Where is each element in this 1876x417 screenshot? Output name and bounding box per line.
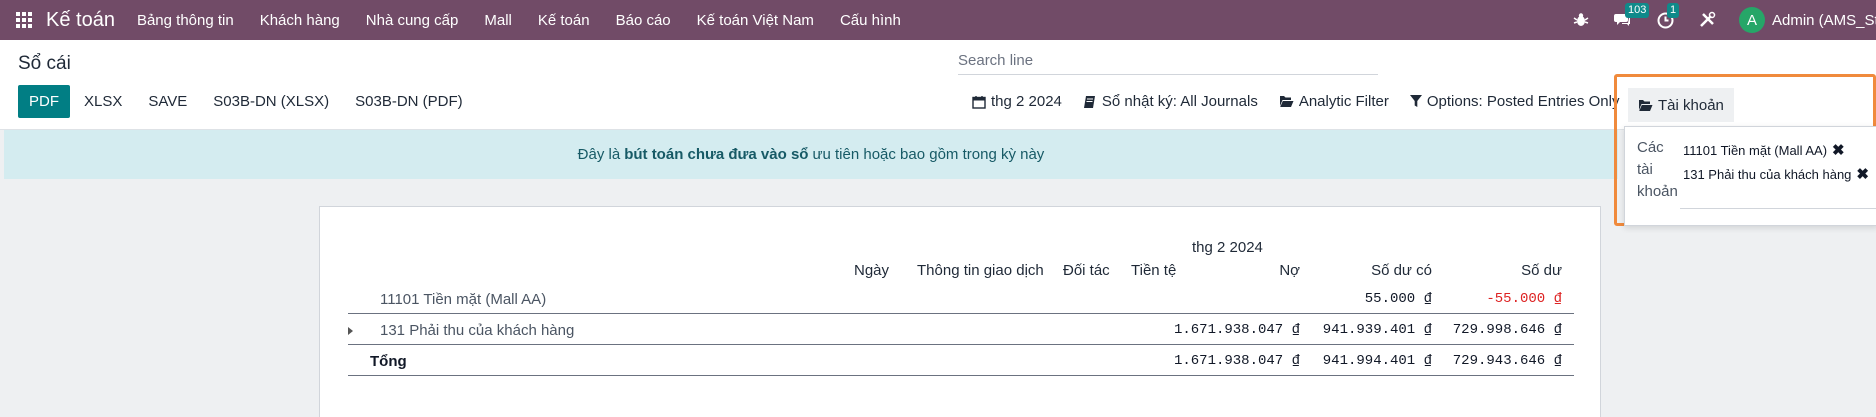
accounts-dropdown: Các tài khoản 11101 Tiền mặt (Mall AA) ✖… <box>1624 126 1876 226</box>
account-tag-label: 11101 Tiền mặt (Mall AA) <box>1683 142 1828 158</box>
save-button[interactable]: SAVE <box>137 85 198 118</box>
menu-item-reports[interactable]: Báo cáo <box>616 12 671 29</box>
menu-item-configuration[interactable]: Cấu hình <box>840 12 901 29</box>
page-title: Sổ cái <box>18 53 71 74</box>
menu-item-dashboard[interactable]: Bảng thông tin <box>137 12 234 29</box>
accounts-label-line: khoản <box>1637 183 1678 200</box>
col-credit[interactable]: Số dư có <box>1371 262 1432 279</box>
account-tag: 11101 Tiền mặt (Mall AA) ✖ <box>1680 138 1876 162</box>
credit-value: 55.000 ₫ <box>1364 291 1432 307</box>
debit-value: 1.671.938.047 ₫ <box>1173 322 1300 338</box>
total-label: Tổng <box>370 353 407 370</box>
alert-bold-link[interactable]: bút toán chưa đưa vào sổ <box>624 146 808 163</box>
alert-suffix: ưu tiên hoặc bao gồm trong kỳ này <box>812 146 1045 163</box>
alert-prefix: Đây là <box>577 146 621 163</box>
avatar[interactable]: A <box>1739 7 1765 33</box>
top-navbar: Kế toán Bảng thông tin Khách hàng Nhà cu… <box>0 0 1876 40</box>
calendar-icon <box>972 95 986 109</box>
account-tag-label: 131 Phải thu của khách hàng <box>1683 166 1852 182</box>
col-date[interactable]: Ngày <box>854 262 889 279</box>
expand-caret-icon[interactable] <box>348 327 353 335</box>
accounts-many2many-input[interactable]: 11101 Tiền mặt (Mall AA) ✖ 131 Phải thu … <box>1680 138 1876 209</box>
user-menu[interactable]: Admin (AMS_Sta <box>1772 12 1876 29</box>
apps-grid-icon[interactable] <box>12 0 36 40</box>
control-panel: Sổ cái Search line PDF XLSX SAVE S03B-DN… <box>0 40 1876 130</box>
menu-item-mall[interactable]: Mall <box>484 12 512 29</box>
total-balance: 729.943.646 ₫ <box>1452 353 1562 369</box>
folder-open-icon <box>1279 96 1294 107</box>
account-name[interactable]: 131 Phải thu của khách hàng <box>380 322 574 339</box>
options-filter[interactable]: Options: Posted Entries Only <box>1409 93 1620 110</box>
analytic-filter[interactable]: Analytic Filter <box>1279 93 1389 110</box>
balance-value: 729.998.646 ₫ <box>1452 322 1562 338</box>
analytic-filter-label: Analytic Filter <box>1298 93 1389 110</box>
s03b-xlsx-button[interactable]: S03B-DN (XLSX) <box>202 85 340 118</box>
journal-filter-label: Sổ nhật ký: All Journals <box>1101 93 1258 110</box>
report-sheet: thg 2 2024 Ngày Thông tin giao dịch Đối … <box>319 206 1601 417</box>
accounts-label-line: tài <box>1637 161 1653 178</box>
options-filter-label: Options: Posted Entries Only <box>1426 93 1620 110</box>
tools-icon[interactable] <box>1697 10 1717 30</box>
col-balance[interactable]: Số dư <box>1521 262 1562 279</box>
accounts-label: Các tài khoản <box>1637 137 1679 203</box>
filter-bar: thg 2 2024 Sổ nhật ký: All Journals Anal… <box>972 93 1640 110</box>
total-row: Tổng 1.671.938.047 ₫ 941.994.401 ₫ 729.9… <box>348 346 1574 376</box>
remove-tag-icon[interactable]: ✖ <box>1856 165 1869 183</box>
col-info[interactable]: Thông tin giao dịch <box>917 262 1044 279</box>
date-filter-label: thg 2 2024 <box>991 93 1062 110</box>
accounts-label-line: Các <box>1637 139 1664 156</box>
accounts-filter-button[interactable]: Tài khoản <box>1628 88 1734 122</box>
col-currency[interactable]: Tiền tệ <box>1131 262 1176 279</box>
app-name[interactable]: Kế toán <box>46 9 115 32</box>
balance-value: -55.000 ₫ <box>1486 291 1562 307</box>
activity-badge: 1 <box>1667 3 1680 18</box>
menu-item-accounting[interactable]: Kế toán <box>538 12 590 29</box>
account-name[interactable]: 11101 Tiền mặt (Mall AA) <box>380 291 546 308</box>
account-tag: 131 Phải thu của khách hàng ✖ <box>1680 162 1876 186</box>
funnel-icon <box>1409 95 1422 107</box>
book-icon <box>1083 95 1095 108</box>
table-row[interactable]: 131 Phải thu của khách hàng 1.671.938.04… <box>348 315 1574 345</box>
main-menu: Bảng thông tin Khách hàng Nhà cung cấp M… <box>137 12 927 29</box>
report-buttons: PDF XLSX SAVE S03B-DN (XLSX) S03B-DN (PD… <box>18 85 478 118</box>
activity-clock-icon[interactable]: 1 <box>1655 3 1680 30</box>
accounts-filter-label: Tài khoản <box>1658 96 1724 114</box>
journal-filter[interactable]: Sổ nhật ký: All Journals <box>1083 93 1258 110</box>
credit-value: 941.939.401 ₫ <box>1322 322 1432 338</box>
total-credit: 941.994.401 ₫ <box>1322 353 1432 369</box>
total-debit: 1.671.938.047 ₫ <box>1173 353 1300 369</box>
systray: 103 1 A Admin (AMS_Sta <box>1571 0 1876 40</box>
col-debit[interactable]: Nợ <box>1279 262 1300 279</box>
folder-open-icon <box>1639 99 1653 111</box>
col-partner[interactable]: Đối tác <box>1063 262 1110 279</box>
search-input[interactable]: Search line <box>958 51 1378 75</box>
table-row[interactable]: 11101 Tiền mặt (Mall AA) 55.000 ₫ -55.00… <box>348 284 1574 314</box>
menu-item-vn-accounting[interactable]: Kế toán Việt Nam <box>697 12 814 29</box>
menu-item-customers[interactable]: Khách hàng <box>260 12 340 29</box>
s03b-pdf-button[interactable]: S03B-DN (PDF) <box>344 85 474 118</box>
accounts-filter-highlight: Tài khoản Các tài khoản 11101 Tiền mặt (… <box>1614 74 1876 226</box>
bug-icon[interactable] <box>1571 10 1591 30</box>
remove-tag-icon[interactable]: ✖ <box>1832 141 1845 159</box>
xlsx-button[interactable]: XLSX <box>73 85 133 118</box>
menu-item-vendors[interactable]: Nhà cung cấp <box>366 12 459 29</box>
pdf-button[interactable]: PDF <box>18 85 70 118</box>
messages-icon[interactable]: 103 <box>1613 3 1650 30</box>
date-filter[interactable]: thg 2 2024 <box>972 93 1062 110</box>
messages-badge: 103 <box>1625 3 1650 18</box>
unposted-entries-alert: Đây là bút toán chưa đưa vào sổ ưu tiên … <box>4 130 1618 179</box>
period-header: thg 2 2024 <box>1192 239 1263 256</box>
